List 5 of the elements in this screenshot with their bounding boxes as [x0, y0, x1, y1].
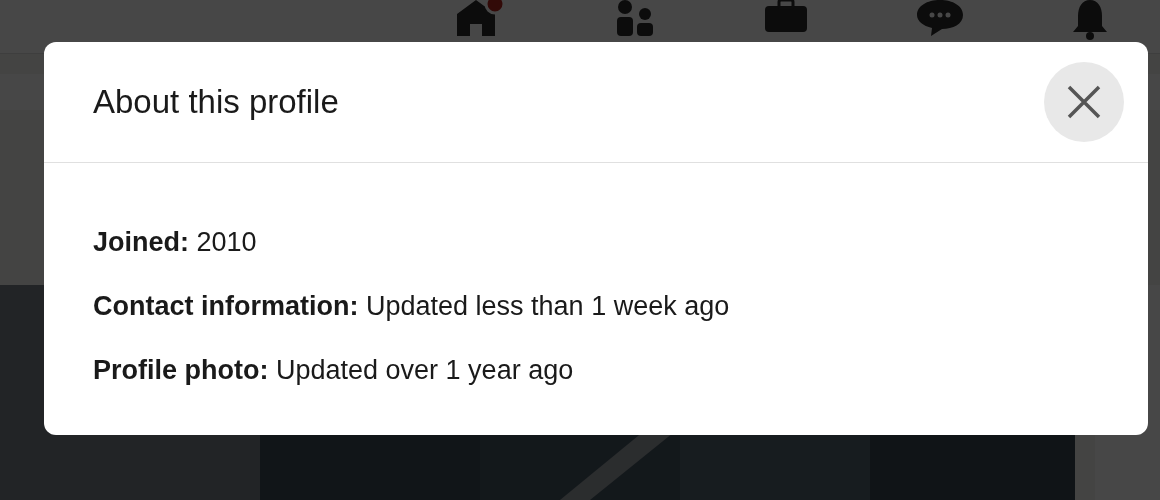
dialog-title: About this profile [93, 83, 339, 121]
profile-detail: Contact information: Updated less than 1 week ago [93, 290, 731, 323]
profile-detail: Joined: 2010 [93, 226, 258, 259]
profile-detail: Profile photo: Updated over 1 year ago [93, 354, 575, 387]
close-icon [1067, 85, 1101, 119]
